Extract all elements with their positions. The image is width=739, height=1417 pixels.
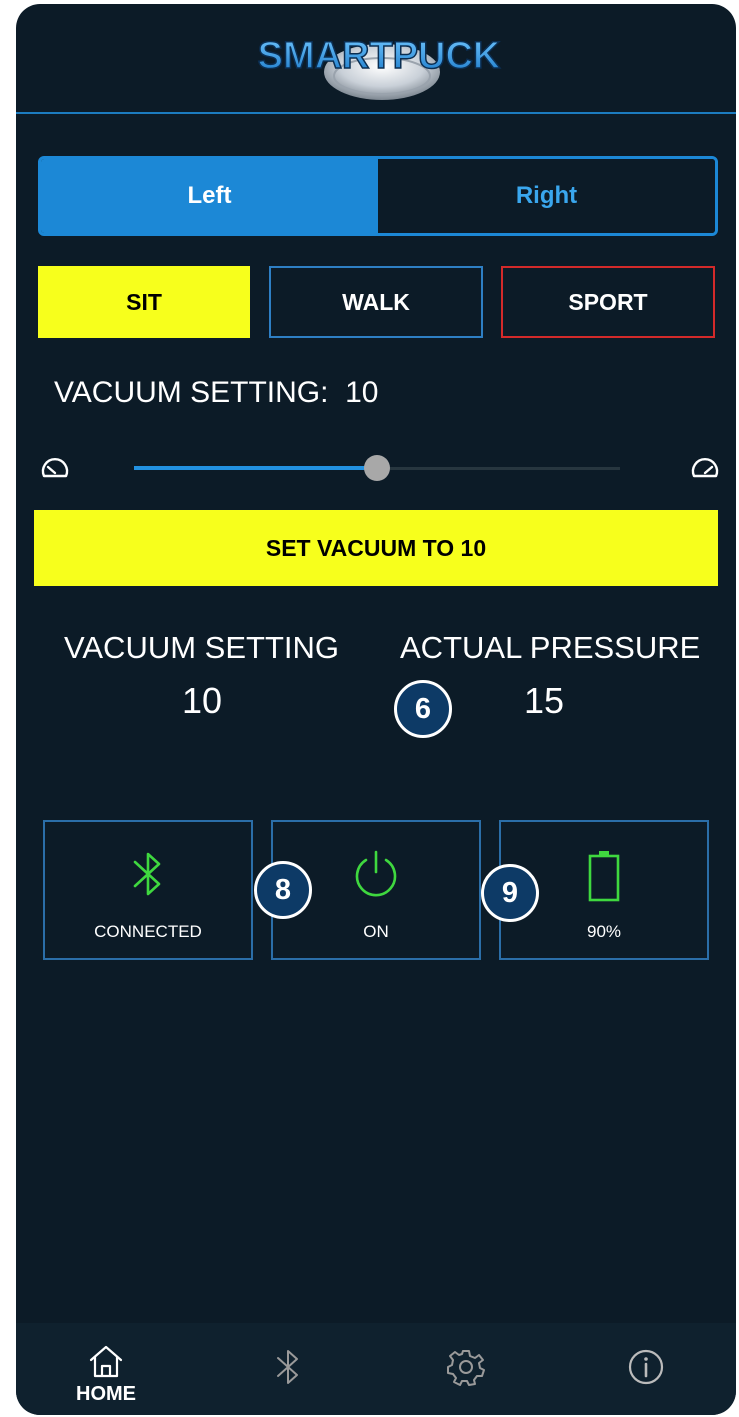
gear-icon	[447, 1350, 485, 1386]
callout-badge-6: 6	[394, 680, 452, 738]
actual-pressure-label: ACTUAL PRESSURE	[400, 630, 701, 665]
smartpuck-logo: SMARTPUCK	[257, 34, 502, 100]
slider-fill	[134, 466, 377, 470]
actual-pressure-value: 15	[524, 680, 565, 721]
set-vacuum-button[interactable]: SET VACUUM TO 10	[34, 510, 718, 586]
logo-text: SMARTPUCK	[258, 35, 501, 77]
bluetooth-status-tile[interactable]: CONNECTED	[43, 820, 253, 960]
info-icon	[628, 1349, 664, 1385]
nav-info[interactable]	[586, 1323, 706, 1415]
vacuum-setting-reading-label: VACUUM SETTING	[64, 630, 339, 665]
sit-mode-button[interactable]: SIT	[38, 266, 250, 338]
vacuum-setting-label: VACUUM SETTING:	[54, 376, 329, 409]
bluetooth-icon	[133, 852, 161, 896]
bluetooth-status-label: CONNECTED	[94, 922, 202, 941]
app-screen: SMARTPUCK Left Right SIT WALK SPORT VACU…	[16, 4, 736, 1415]
slider-thumb[interactable]	[364, 455, 390, 481]
battery-status-label: 90%	[586, 922, 622, 941]
sport-mode-button[interactable]: SPORT	[501, 266, 715, 338]
bluetooth-icon	[277, 1350, 298, 1384]
nav-settings[interactable]	[406, 1323, 526, 1415]
vacuum-setting-value: 10	[345, 376, 379, 409]
bottom-nav: HOME	[16, 1323, 736, 1415]
vacuum-setting-reading-value: 10	[182, 680, 223, 721]
nav-home[interactable]: HOME	[46, 1323, 166, 1415]
header: SMARTPUCK	[16, 4, 736, 114]
callout-badge-8: 8	[254, 861, 312, 919]
nav-bluetooth[interactable]	[228, 1323, 348, 1415]
vacuum-slider[interactable]	[40, 452, 720, 486]
power-status-label: ON	[363, 922, 389, 941]
vacuum-setting-heading: VACUUM SETTING: 10	[54, 376, 379, 410]
right-side-button[interactable]: Right	[378, 159, 715, 233]
gauge-high-icon	[691, 458, 719, 478]
callout-badge-9: 9	[481, 864, 539, 922]
power-icon	[355, 850, 397, 897]
battery-icon	[588, 851, 620, 902]
left-side-button[interactable]: Left	[41, 159, 378, 233]
walk-mode-button[interactable]: WALK	[269, 266, 483, 338]
gauge-low-icon	[41, 458, 69, 478]
home-icon	[89, 1345, 123, 1378]
side-toggle: Left Right	[38, 156, 718, 236]
nav-home-label: HOME	[76, 1383, 136, 1405]
